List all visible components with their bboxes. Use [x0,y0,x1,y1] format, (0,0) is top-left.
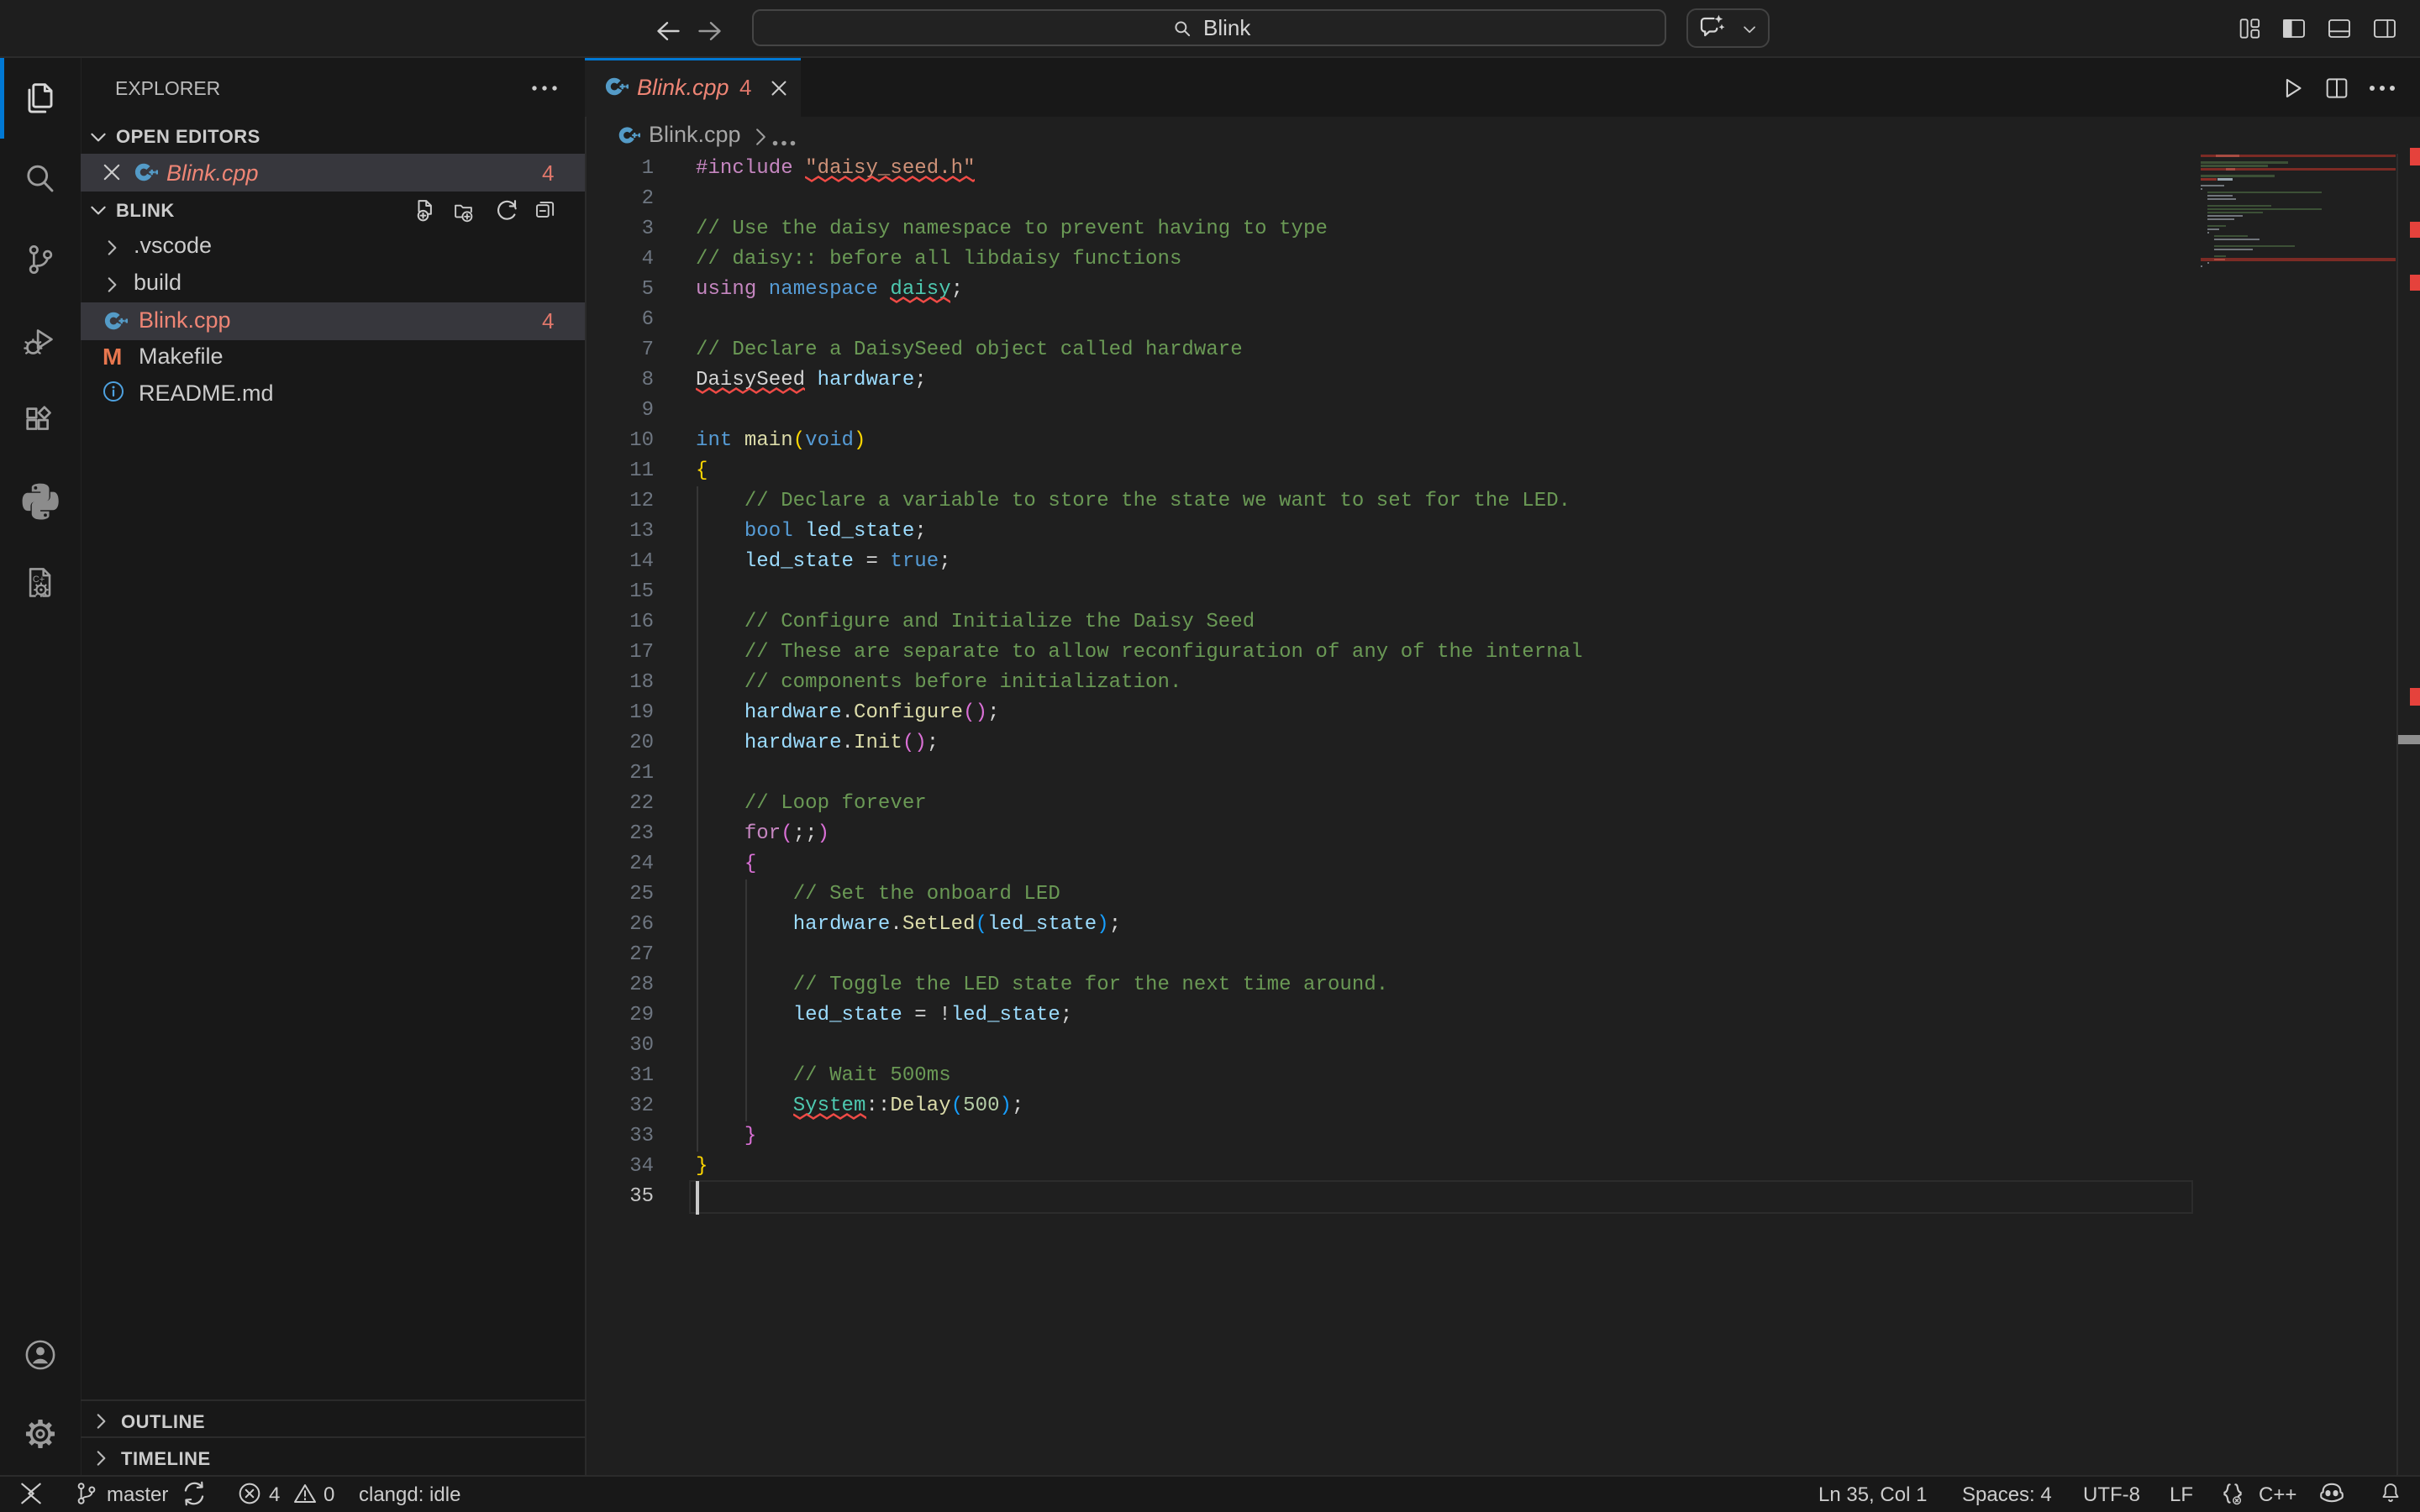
svg-text:C+: C+ [33,575,45,585]
